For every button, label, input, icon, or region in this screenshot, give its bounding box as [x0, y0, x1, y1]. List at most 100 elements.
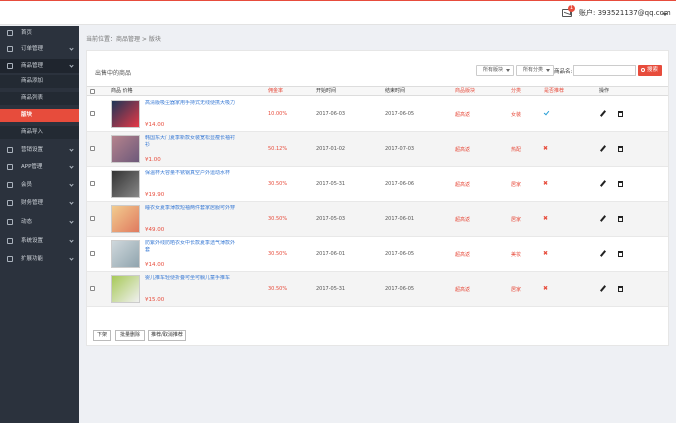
end-time: 2017-06-05	[385, 286, 415, 292]
row-checkbox[interactable]	[90, 181, 95, 186]
product-section: 超高返	[455, 112, 471, 118]
chevron-down-icon	[69, 46, 74, 51]
start-time: 2017-05-31	[316, 181, 346, 187]
header-category: 分类	[511, 88, 522, 94]
trash-icon[interactable]	[618, 216, 623, 222]
x-mark-icon[interactable]: ✖	[543, 145, 550, 152]
sidebar-subitem-import[interactable]: 商品导入	[0, 126, 79, 139]
name-label: 商品名:	[554, 69, 573, 75]
end-time: 2017-07-03	[385, 146, 415, 152]
panel-title: 出售中的商品	[95, 70, 132, 77]
sidebar-item-feed[interactable]: 动态	[0, 215, 79, 229]
search-button[interactable]: 搜索	[638, 65, 662, 76]
select-all-checkbox[interactable]	[90, 89, 95, 94]
chevron-down-icon	[69, 63, 74, 68]
product-thumbnail[interactable]	[111, 275, 140, 303]
sidebar-item-orders[interactable]: 订单管理	[0, 42, 79, 56]
tag-icon	[7, 147, 13, 153]
product-thumbnail[interactable]	[111, 205, 140, 233]
x-mark-icon[interactable]: ✖	[543, 180, 550, 187]
header-end-time: 结束时间	[385, 88, 406, 94]
edit-pencil-icon[interactable]	[599, 180, 607, 187]
row-checkbox[interactable]	[90, 216, 95, 221]
trash-icon[interactable]	[618, 286, 623, 292]
edit-pencil-icon[interactable]	[599, 285, 607, 292]
sidebar-subitem-sections[interactable]: 版块	[0, 109, 79, 122]
sidebar-item-finance[interactable]: 财务管理	[0, 196, 79, 210]
row-checkbox[interactable]	[90, 251, 95, 256]
search-icon	[641, 68, 645, 72]
caret-down-icon[interactable]	[662, 13, 668, 16]
sidebar-item-app[interactable]: APP管理	[0, 160, 79, 174]
header-section: 商品版块	[455, 88, 476, 94]
home-icon	[7, 30, 13, 36]
table-header: 商品 价格 佣金率 开始时间 结束时间 商品版块 分类 是否推荐 操作	[87, 86, 668, 96]
trash-icon[interactable]	[618, 181, 623, 187]
start-time: 2017-06-01	[316, 251, 346, 257]
product-name-link[interactable]: 防紫外线防晒衣女中长款夏季透气薄款外套	[145, 240, 237, 256]
table-row: 韩国东大门夏季新款女装宽松显瘦长袖衬衫 ¥1.00 50.12% 2017-01-02…	[87, 132, 668, 167]
sidebar-item-members[interactable]: 会员	[0, 178, 79, 192]
account-value: 393521137@qq.com	[597, 9, 671, 17]
table-row: 保温杯大容量不锈钢真空户外运动水杯 ¥19.90 30.50% 2017-05-31 2…	[87, 167, 668, 202]
trash-icon[interactable]	[618, 111, 623, 117]
x-mark-icon[interactable]: ✖	[543, 285, 550, 292]
edit-pencil-icon[interactable]	[599, 215, 607, 222]
sidebar-item-home[interactable]: 首页	[0, 26, 79, 40]
product-name-link[interactable]: 保温杯大容量不锈钢真空户外运动水杯	[145, 170, 237, 186]
bulk-delete-button[interactable]: 批量删除	[115, 330, 145, 341]
edit-pencil-icon[interactable]	[599, 110, 607, 117]
unlist-button[interactable]: 下架	[93, 330, 111, 341]
sidebar-item-extensions[interactable]: 扩展功能	[0, 252, 79, 266]
start-time: 2017-05-03	[316, 216, 346, 222]
category-filter-select[interactable]: 所有分类	[516, 65, 554, 76]
account-menu[interactable]: 账户: 393521137@qq.com	[579, 8, 671, 18]
row-checkbox[interactable]	[90, 286, 95, 291]
row-checkbox[interactable]	[90, 146, 95, 151]
product-thumbnail[interactable]	[111, 100, 140, 128]
sidebar-subitem-product-list[interactable]: 商品列表	[0, 92, 79, 105]
table-row: 睡衣女夏季薄款短袖两件套家居服可外穿 ¥49.00 30.50% 2017-05-03…	[87, 202, 668, 237]
sidebar: 首页 订单管理 商品管理 商品添加 商品列表 版块 商品导入 营销设置 APP管…	[0, 26, 79, 423]
product-price: ¥19.90	[145, 192, 165, 198]
edit-pencil-icon[interactable]	[599, 145, 607, 152]
commission-rate: 30.50%	[268, 286, 288, 292]
product-section: 超高返	[455, 217, 471, 223]
x-mark-icon[interactable]: ✖	[543, 250, 550, 257]
chevron-down-icon	[69, 238, 74, 243]
chevron-down-icon	[69, 164, 74, 169]
product-section: 超高返	[455, 252, 471, 258]
box-icon	[7, 63, 13, 69]
product-name-link[interactable]: 睡衣女夏季薄款短袖两件套家居服可外穿	[145, 205, 237, 221]
trash-icon[interactable]	[618, 251, 623, 257]
edit-pencil-icon[interactable]	[599, 250, 607, 257]
section-filter-select[interactable]: 所有版块	[476, 65, 514, 76]
sidebar-item-marketing[interactable]: 营销设置	[0, 143, 79, 157]
table-row: 婴儿推车轻便折叠可坐可躺儿童手推车 ¥15.00 30.50% 2017-05-31 2…	[87, 272, 668, 307]
account-label: 账户:	[579, 9, 596, 17]
product-name-link[interactable]: 婴儿推车轻便折叠可坐可躺儿童手推车	[145, 275, 237, 291]
product-thumbnail[interactable]	[111, 135, 140, 163]
check-icon[interactable]	[543, 109, 550, 116]
caret-down-icon	[546, 69, 550, 72]
sidebar-subitem-add-product[interactable]: 商品添加	[0, 75, 79, 88]
money-icon	[7, 200, 13, 206]
recommend-toggle-button[interactable]: 推荐/取消推荐	[148, 330, 186, 341]
trash-icon[interactable]	[618, 146, 623, 152]
product-category: 热配	[511, 147, 522, 153]
gear-icon	[7, 238, 13, 244]
x-mark-icon[interactable]: ✖	[543, 215, 550, 222]
product-name-link[interactable]: 韩国东大门夏季新款女装宽松显瘦长袖衬衫	[145, 135, 237, 151]
commission-rate: 30.50%	[268, 181, 288, 187]
product-name-input[interactable]	[573, 65, 636, 76]
user-icon	[7, 182, 13, 188]
start-time: 2017-05-31	[316, 286, 346, 292]
product-thumbnail[interactable]	[111, 240, 140, 268]
chat-icon	[7, 219, 13, 225]
sidebar-item-settings[interactable]: 系统设置	[0, 234, 79, 248]
list-icon	[7, 46, 13, 52]
product-name-link[interactable]: 高清版吸尘器家用手持式无线便携大吸力	[145, 100, 237, 116]
product-thumbnail[interactable]	[111, 170, 140, 198]
row-checkbox[interactable]	[90, 111, 95, 116]
sidebar-item-products[interactable]: 商品管理	[0, 59, 79, 73]
